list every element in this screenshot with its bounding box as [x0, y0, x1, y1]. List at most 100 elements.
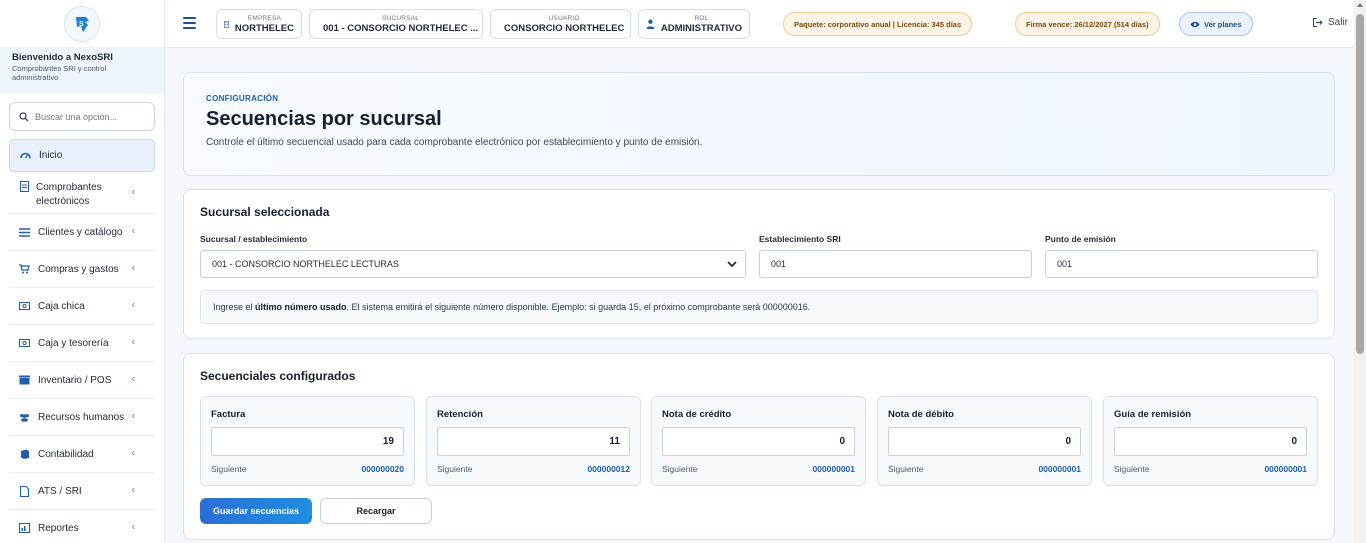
list-icon — [19, 227, 30, 238]
cash-icon — [19, 338, 30, 349]
usuario-chip[interactable]: USUARIO CONSORCIO NORTHELEC — [490, 9, 631, 39]
sucursal-select-value: 001 - CONSORCIO NORTHELEC LECTURAS — [212, 259, 399, 269]
firma-badge: Firma vence: 26/12/2027 (514 días) — [1015, 12, 1160, 36]
sidebar-item-comprobantes[interactable]: Comprobantes electrónicos ‹ — [9, 172, 155, 214]
seq-title: Nota de débito — [888, 409, 954, 420]
seq-card-retencion: Retención 11 Siguiente 000000012 — [426, 396, 641, 486]
eye-icon — [1190, 21, 1200, 27]
search-input[interactable]: Buscar una opción... — [35, 112, 117, 122]
scrollbar-thumb[interactable] — [1356, 14, 1364, 354]
page-kicker: CONFIGURACIÓN — [206, 94, 279, 103]
sucursal-section: Sucursal seleccionada Sucursal / estable… — [183, 189, 1335, 339]
welcome-title: Bienvenido a NexoSRI — [12, 52, 113, 63]
users-icon — [19, 412, 30, 423]
sidebar-item-label: Inventario / POS — [38, 374, 112, 386]
establecimiento-input[interactable]: 001 — [759, 250, 1032, 278]
seq-card-guia-remision: Guía de remisión 0 Siguiente 000000001 — [1103, 396, 1318, 486]
sucursal-field-label: Sucursal / establecimiento — [200, 234, 308, 244]
chevron-left-icon: ‹ — [131, 336, 135, 348]
book-icon — [19, 449, 30, 460]
sidebar-item-contabilidad[interactable]: Contabilidad ‹ — [9, 436, 155, 473]
establecimiento-field-label: Establecimiento SRI — [759, 234, 841, 244]
app-logo[interactable]: S — [64, 5, 100, 42]
sidebar-item-label: Inicio — [39, 150, 63, 161]
scroll-up-icon[interactable] — [1357, 3, 1363, 7]
sidebar-item-label: Clientes y catálogo — [38, 226, 123, 238]
chevron-left-icon: ‹ — [131, 262, 135, 274]
seq-next-label: Siguiente — [437, 464, 473, 474]
svg-text:S: S — [79, 21, 84, 28]
seq-card-nota-debito: Nota de débito 0 Siguiente 000000001 — [877, 396, 1092, 486]
punto-field-label: Punto de emisión — [1045, 234, 1116, 244]
reload-button[interactable]: Recargar — [320, 498, 432, 524]
sidebar-item-inventario[interactable]: Inventario / POS ‹ — [9, 362, 155, 399]
logo-area: S — [0, 0, 164, 48]
note-post: . El sistema emitirá el siguiente número… — [346, 302, 811, 312]
cash-icon — [19, 301, 30, 312]
seq-input-retencion[interactable]: 11 — [437, 427, 630, 456]
seq-next-value: 000000020 — [361, 464, 404, 474]
chevron-left-icon: ‹ — [131, 484, 135, 496]
user-icon — [646, 19, 655, 29]
seq-title: Retención — [437, 409, 483, 420]
seq-title: Factura — [211, 409, 246, 420]
welcome-box: Bienvenido a NexoSRI Comprobantes SRI y … — [0, 48, 164, 94]
seq-next-label: Siguiente — [662, 464, 698, 474]
box-icon — [19, 375, 30, 386]
sidebar-item-reportes[interactable]: Reportes ‹ — [9, 510, 155, 543]
chevron-left-icon: ‹ — [131, 299, 135, 311]
seq-input-nota-credito[interactable]: 0 — [662, 427, 855, 456]
info-note: Ingrese el último número usado. El siste… — [200, 290, 1318, 324]
topbar: EMPRESA NORTHELEC SUCURSAL 001 - CONSORC… — [165, 0, 1354, 48]
chevron-left-icon: ‹ — [131, 225, 135, 237]
seq-input-guia-remision[interactable]: 0 — [1114, 427, 1307, 456]
punto-emision-input[interactable]: 001 — [1045, 250, 1318, 278]
sidebar-item-label: Compras y gastos — [38, 263, 119, 275]
sidebar-item-tesoreria[interactable]: Caja y tesorería ‹ — [9, 325, 155, 362]
seq-input-factura[interactable]: 19 — [211, 427, 404, 456]
dashboard-icon — [20, 150, 31, 161]
sidebar-item-inicio[interactable]: Inicio — [9, 139, 155, 172]
seq-input-nota-debito[interactable]: 0 — [888, 427, 1081, 456]
sucursal-select[interactable]: 001 - CONSORCIO NORTHELEC LECTURAS — [200, 250, 746, 278]
sidebar-item-label: Contabilidad — [38, 448, 94, 460]
page-title: Secuencias por sucursal — [206, 108, 442, 130]
rol-chip[interactable]: ROL ADMINISTRATIVO — [638, 9, 750, 39]
sidebar-item-compras[interactable]: Compras y gastos ‹ — [9, 251, 155, 288]
empresa-value: NORTHELEC — [234, 23, 294, 34]
chevron-left-icon: ‹ — [131, 185, 135, 197]
sidebar-item-label: Recursos humanos — [38, 411, 125, 423]
seq-next-value: 000000001 — [1038, 464, 1081, 474]
sidebar-item-label: Caja y tesorería — [38, 337, 109, 349]
ver-planes-button[interactable]: Ver planes — [1179, 12, 1253, 36]
menu-icon[interactable] — [183, 17, 196, 29]
logout-button[interactable]: Salir — [1312, 17, 1348, 28]
seq-title: Guía de remisión — [1114, 409, 1192, 420]
sidebar-item-clientes[interactable]: Clientes y catálogo ‹ — [9, 214, 155, 251]
punto-emision-value: 001 — [1057, 259, 1073, 269]
building-icon — [224, 20, 229, 28]
page-header: CONFIGURACIÓN Secuencias por sucursal Co… — [183, 72, 1335, 176]
seq-next-label: Siguiente — [1114, 464, 1150, 474]
sidebar-item-rrhh[interactable]: Recursos humanos ‹ — [9, 399, 155, 436]
sidebar-item-ats[interactable]: ATS / SRI ‹ — [9, 473, 155, 510]
seq-card-nota-credito: Nota de crédito 0 Siguiente 000000001 — [651, 396, 866, 486]
sidebar-item-label: Reportes — [38, 522, 79, 534]
logout-icon — [1312, 18, 1323, 27]
search-icon — [19, 111, 29, 121]
seq-next-value: 000000012 — [587, 464, 630, 474]
seq-next-value: 000000001 — [812, 464, 855, 474]
note-pre: Ingrese el — [213, 302, 256, 312]
seq-next-label: Siguiente — [888, 464, 924, 474]
chevron-left-icon: ‹ — [131, 521, 135, 533]
sidebar-item-label: Caja chica — [38, 300, 85, 312]
logout-label: Salir — [1327, 17, 1348, 28]
sidebar-search[interactable]: Buscar una opción... — [9, 102, 155, 131]
sidebar-item-caja-chica[interactable]: Caja chica ‹ — [9, 288, 155, 325]
page-scrollbar[interactable] — [1354, 0, 1366, 543]
usuario-value: CONSORCIO NORTHELEC — [504, 23, 625, 34]
save-button[interactable]: Guardar secuencias — [200, 498, 312, 524]
sucursal-chip[interactable]: SUCURSAL 001 - CONSORCIO NORTHELEC ... — [309, 9, 483, 39]
empresa-chip[interactable]: EMPRESA NORTHELEC — [216, 9, 302, 39]
document-icon — [19, 181, 30, 192]
